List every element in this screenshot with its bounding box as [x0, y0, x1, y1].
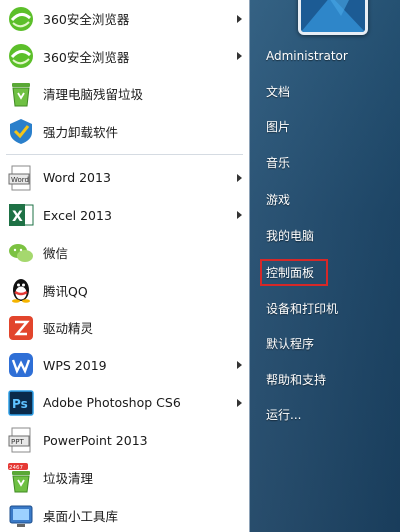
- places-item-default-programs[interactable]: 默认程序: [250, 326, 400, 362]
- program-item-excel[interactable]: X Excel 2013: [0, 197, 249, 235]
- program-label: 360安全浏览器: [43, 12, 130, 28]
- user-avatar-icon: [301, 0, 365, 32]
- places-item-devices-printers[interactable]: 设备和打印机: [250, 291, 400, 327]
- program-item-360-browser-2[interactable]: 360安全浏览器: [0, 38, 249, 76]
- program-item-wechat[interactable]: 微信: [0, 234, 249, 272]
- submenu-arrow-icon[interactable]: [237, 173, 242, 182]
- program-label: WPS 2019: [43, 357, 107, 373]
- places-item-help-support[interactable]: 帮助和支持: [250, 362, 400, 398]
- places-label: 音乐: [266, 155, 291, 170]
- uninstaller-icon: [6, 116, 36, 146]
- program-label: 360安全浏览器: [43, 49, 130, 65]
- places-label: 设备和打印机: [266, 301, 339, 316]
- program-label: 驱动精灵: [43, 321, 94, 337]
- submenu-arrow-icon[interactable]: [237, 211, 242, 220]
- driver-genius-icon: [6, 313, 36, 343]
- program-label: 强力卸载软件: [43, 124, 119, 140]
- svg-text:X: X: [12, 209, 23, 225]
- places-item-documents[interactable]: 文档: [250, 74, 400, 110]
- program-label: Excel 2013: [43, 207, 112, 223]
- submenu-arrow-icon[interactable]: [237, 361, 242, 370]
- places-item-pictures[interactable]: 图片: [250, 109, 400, 145]
- svg-text:PPT: PPT: [11, 438, 24, 446]
- places-list: Administrator 文档 图片 音乐 游戏 我的电脑 控制面板 设备和打…: [250, 38, 400, 433]
- program-item-360-browser-1[interactable]: 360安全浏览器: [0, 0, 249, 38]
- places-label: 帮助和支持: [266, 372, 327, 387]
- program-item-uninstaller[interactable]: 强力卸载软件: [0, 113, 249, 151]
- excel-icon: X: [6, 200, 36, 230]
- svg-text:Ps: Ps: [12, 397, 28, 411]
- 360-browser-icon: [6, 41, 36, 71]
- places-label: 我的电脑: [266, 228, 315, 243]
- program-list: 360安全浏览器 360安全浏览器 清理电脑残留垃圾 强力卸载软件 Word W…: [0, 0, 249, 532]
- qq-icon: [6, 275, 36, 305]
- program-item-powerpoint[interactable]: PPT PowerPoint 2013: [0, 422, 249, 460]
- program-item-gadgets[interactable]: 桌面小工具库: [0, 497, 249, 532]
- places-item-run[interactable]: 运行...: [250, 397, 400, 433]
- program-item-wps[interactable]: WPS 2019: [0, 347, 249, 385]
- program-item-trash-cleaner[interactable]: 2467 垃圾清理: [0, 459, 249, 497]
- 360-browser-icon: [6, 4, 36, 34]
- gadgets-icon: [6, 500, 36, 530]
- program-item-word[interactable]: Word Word 2013: [0, 159, 249, 197]
- user-picture[interactable]: [298, 0, 368, 35]
- places-item-computer[interactable]: 我的电脑: [250, 218, 400, 254]
- places-label: 文档: [266, 84, 291, 99]
- places-label-highlighted: 控制面板: [260, 259, 329, 287]
- places-label: 默认程序: [266, 337, 315, 352]
- program-label: Word 2013: [43, 170, 111, 186]
- svg-text:Word: Word: [11, 176, 29, 184]
- divider: [6, 154, 243, 155]
- submenu-arrow-icon[interactable]: [237, 14, 242, 23]
- program-item-driver-genius[interactable]: 驱动精灵: [0, 309, 249, 347]
- places-label: 图片: [266, 120, 291, 135]
- start-menu: 360安全浏览器 360安全浏览器 清理电脑残留垃圾 强力卸载软件 Word W…: [0, 0, 400, 532]
- program-label: PowerPoint 2013: [43, 432, 148, 448]
- places-item-control-panel[interactable]: 控制面板: [250, 255, 400, 291]
- places-item-games[interactable]: 游戏: [250, 182, 400, 218]
- program-label: 腾讯QQ: [43, 283, 88, 299]
- photoshop-icon: Ps: [6, 388, 36, 418]
- user-name-item[interactable]: Administrator: [250, 38, 400, 74]
- places-item-music[interactable]: 音乐: [250, 145, 400, 181]
- submenu-arrow-icon[interactable]: [237, 52, 242, 61]
- program-label: Adobe Photoshop CS6: [43, 395, 181, 411]
- powerpoint-icon: PPT: [6, 425, 36, 455]
- places-label: 运行...: [266, 408, 302, 423]
- places-label: 游戏: [266, 193, 291, 208]
- user-name: Administrator: [266, 48, 348, 63]
- recycle-bin-icon: [6, 79, 36, 109]
- program-item-qq[interactable]: 腾讯QQ: [0, 272, 249, 310]
- places-pane: Administrator 文档 图片 音乐 游戏 我的电脑 控制面板 设备和打…: [250, 0, 400, 532]
- program-label: 微信: [43, 246, 69, 262]
- program-label: 清理电脑残留垃圾: [43, 87, 144, 103]
- word-icon: Word: [6, 163, 36, 193]
- program-label: 垃圾清理: [43, 471, 94, 487]
- submenu-arrow-icon[interactable]: [237, 398, 242, 407]
- programs-pane: 360安全浏览器 360安全浏览器 清理电脑残留垃圾 强力卸载软件 Word W…: [0, 0, 250, 532]
- badge-text: 2467: [9, 465, 23, 471]
- wps-icon: [6, 350, 36, 380]
- wechat-icon: [6, 238, 36, 268]
- program-item-photoshop[interactable]: Ps Adobe Photoshop CS6: [0, 384, 249, 422]
- program-label: 桌面小工具库: [43, 508, 119, 524]
- trash-cleaner-icon: 2467: [6, 462, 36, 493]
- program-item-clean-residue[interactable]: 清理电脑残留垃圾: [0, 75, 249, 113]
